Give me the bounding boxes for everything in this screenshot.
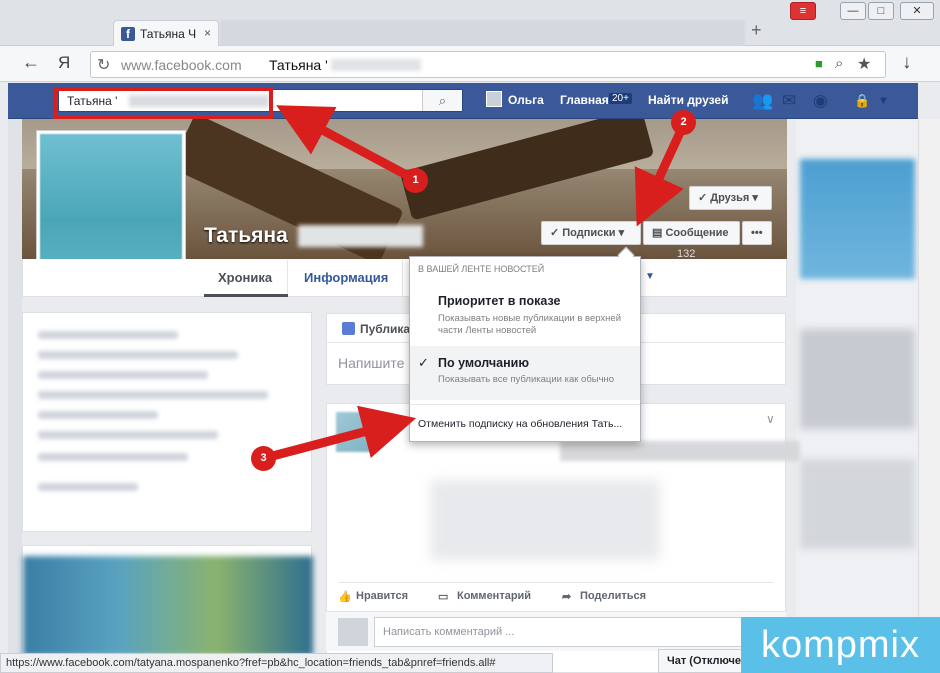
annotation-arrow-3 (263, 405, 417, 463)
annotation-arrow-2 (634, 124, 688, 227)
annotation-number-2: 2 (671, 110, 696, 135)
browser-status-bar: https://www.facebook.com/tatyana.mospane… (0, 653, 553, 673)
kompmix-watermark: kompmix (741, 617, 940, 673)
annotation-arrow-1 (276, 105, 415, 182)
annotation-number-3: 3 (251, 446, 276, 471)
annotation-arrows (263, 105, 688, 463)
annotation-number-1: 1 (403, 168, 428, 193)
